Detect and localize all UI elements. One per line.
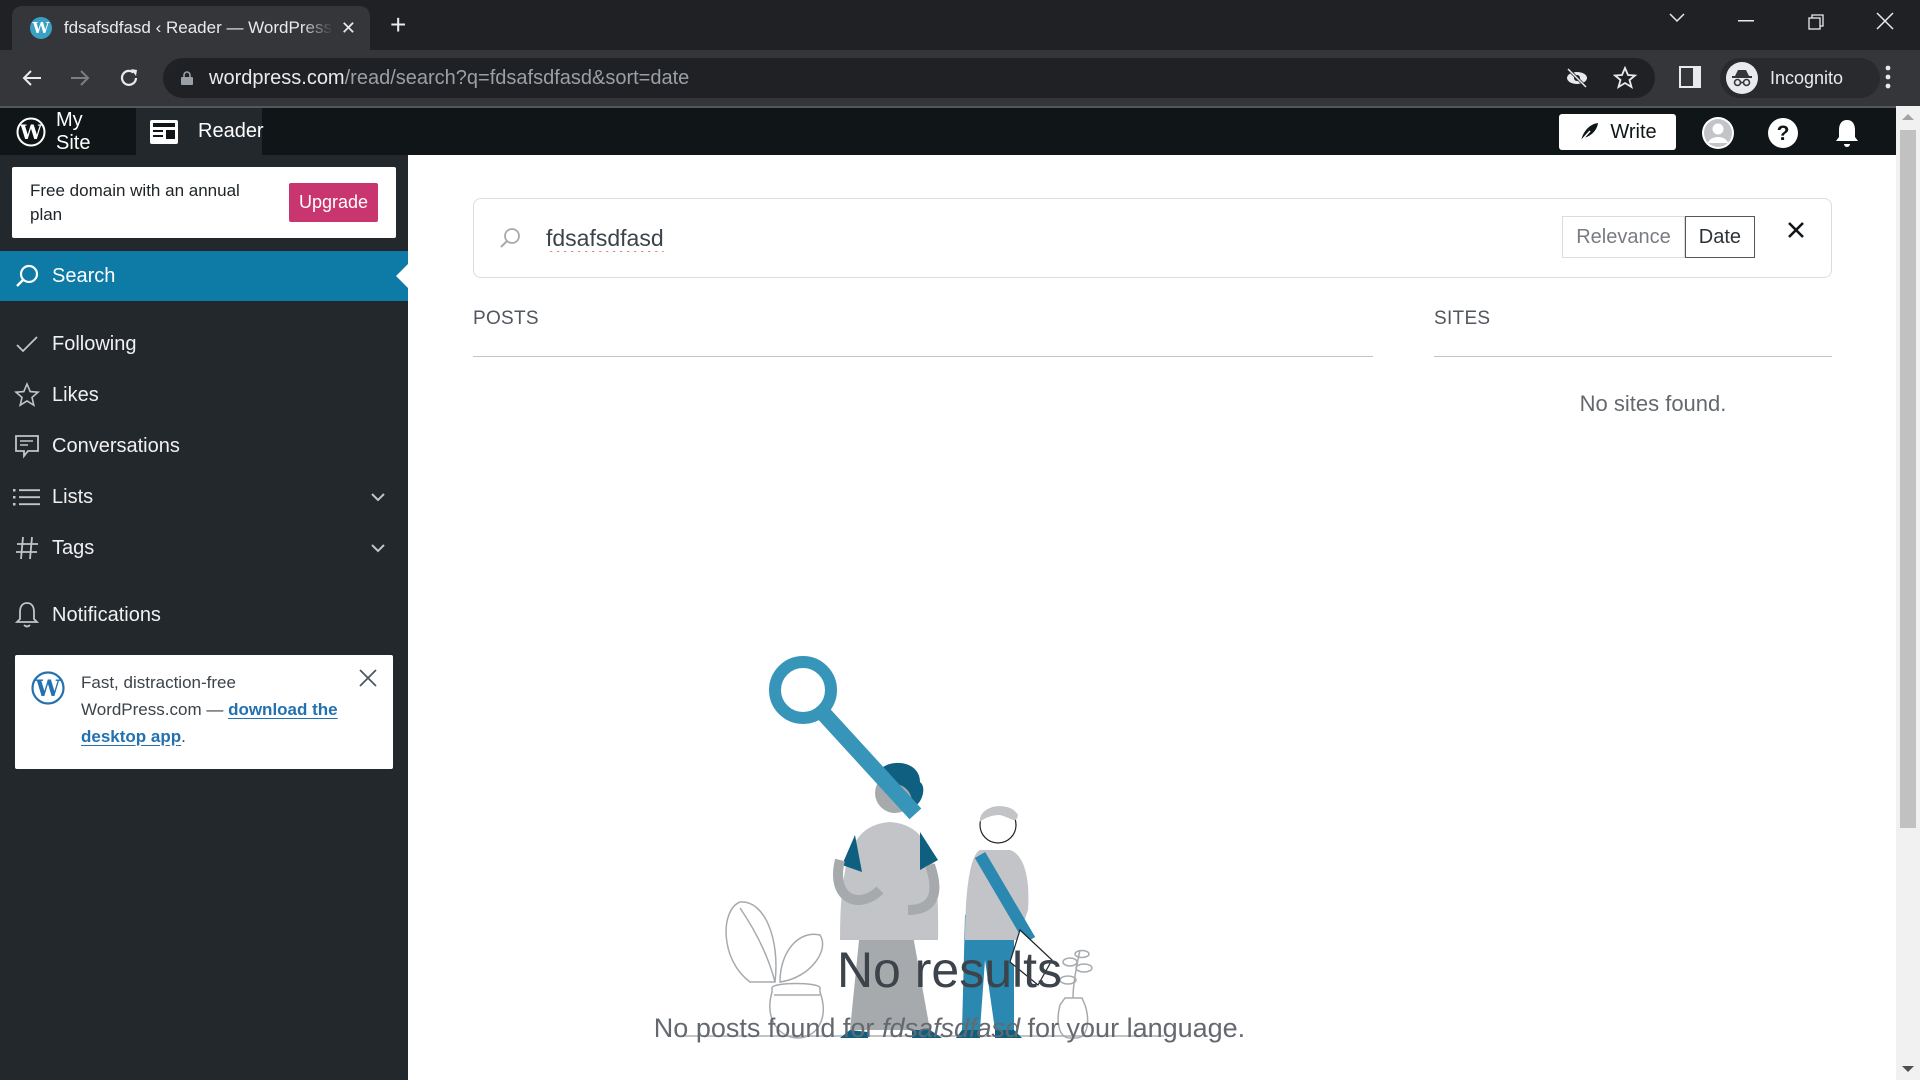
no-results-query: fdsafsdfasd <box>881 1013 1021 1043</box>
svg-text:?: ? <box>1777 122 1790 145</box>
no-results-suffix: for your language. <box>1020 1013 1246 1043</box>
no-sites-message: No sites found. <box>1579 391 1727 416</box>
sites-header: SITES <box>1434 308 1491 329</box>
wordpress-logo-icon: W <box>16 117 46 147</box>
reader-search-main: Relevance Date POSTS SITES No sites foun… <box>408 155 1896 1080</box>
bookmark-star-icon[interactable] <box>1613 66 1637 90</box>
my-site-button[interactable]: W My Site <box>0 108 136 155</box>
url-host: wordpress.com <box>209 66 345 89</box>
list-icon <box>12 482 42 512</box>
chevron-down-icon[interactable] <box>370 492 386 502</box>
sidebar-item-label: Lists <box>52 485 94 508</box>
sidebar-item-label: Tags <box>52 536 95 559</box>
restore-icon[interactable] <box>1808 14 1824 30</box>
reader-icon <box>150 119 178 144</box>
sidebar-item-label: Likes <box>52 383 99 406</box>
sort-date-button[interactable]: Date <box>1684 216 1755 258</box>
comment-icon <box>12 431 42 461</box>
notifications-bell-icon[interactable] <box>1830 116 1864 150</box>
sidebar-item-tags[interactable]: Tags <box>0 523 408 573</box>
browser-toolbar: wordpress.com/read/search?q=fdsafsdfasd&… <box>0 50 1920 106</box>
minimize-icon[interactable] <box>1738 20 1754 22</box>
upgrade-nudge: Free domain with an annual plan Upgrade <box>12 167 396 238</box>
chevron-down-icon[interactable] <box>370 543 386 553</box>
help-icon[interactable]: ? <box>1766 116 1800 150</box>
no-results-message: No posts found for fdsafsdfasd for your … <box>408 1013 1491 1044</box>
close-icon[interactable] <box>359 669 377 687</box>
sidebar-item-label: Notifications <box>52 603 161 626</box>
sidebar-item-conversations[interactable]: Conversations <box>0 421 408 471</box>
profile-incognito-button[interactable]: Incognito <box>1720 58 1880 98</box>
upgrade-nudge-text: Free domain with an annual plan <box>30 180 240 224</box>
sidebar-item-following[interactable]: Following <box>0 319 408 369</box>
back-button[interactable] <box>18 64 46 92</box>
posts-header: POSTS <box>473 308 539 329</box>
user-avatar[interactable] <box>1701 116 1735 150</box>
write-label: Write <box>1610 120 1657 143</box>
wordpress-logo-icon: W <box>31 671 65 705</box>
scroll-thumb[interactable] <box>1900 130 1916 828</box>
wordpress-favicon-icon: W <box>30 17 52 39</box>
lock-icon <box>181 71 193 85</box>
search-icon <box>498 226 522 250</box>
wp-masterbar: W My Site Reader Write ? <box>0 106 1920 155</box>
svg-text:W: W <box>19 120 43 144</box>
sidebar-item-label: Conversations <box>52 434 180 457</box>
sort-relevance-button[interactable]: Relevance <box>1562 216 1685 258</box>
no-results-prefix: No posts found for <box>653 1013 882 1043</box>
write-button[interactable]: Write <box>1559 114 1676 150</box>
new-tab-button[interactable]: + <box>390 10 406 40</box>
browser-tab[interactable]: W fdsafsdfasd ‹ Reader — WordPress.com ✕ <box>12 6 370 50</box>
sidebar-item-notifications[interactable]: Notifications <box>0 590 408 640</box>
star-icon <box>12 380 42 410</box>
page-scrollbar[interactable] <box>1896 106 1920 1080</box>
reload-button[interactable] <box>115 64 143 92</box>
forward-button[interactable] <box>66 64 94 92</box>
sidebar-item-search[interactable]: Search <box>0 251 408 301</box>
svg-text:W: W <box>35 676 61 702</box>
sidebar-item-likes[interactable]: Likes <box>0 370 408 420</box>
sidebar-item-label: Search <box>52 264 116 287</box>
reader-button[interactable]: Reader <box>136 108 264 155</box>
side-panel-icon[interactable] <box>1679 66 1701 88</box>
tracking-blocked-icon[interactable] <box>1565 67 1589 89</box>
tab-search-icon[interactable] <box>1668 12 1686 24</box>
profile-label: Incognito <box>1770 67 1844 88</box>
search-icon <box>12 261 42 291</box>
upgrade-button[interactable]: Upgrade <box>288 183 378 222</box>
sort-toggle: Relevance Date <box>1562 216 1755 258</box>
tab-title: fdsafsdfasd ‹ Reader — WordPress.com <box>63 18 333 37</box>
url-path: /read/search?q=fdsafsdfasd&sort=date <box>344 66 690 89</box>
desktop-app-promo: W Fast, distraction-free WordPress.com —… <box>15 655 393 769</box>
scroll-up-arrow-icon[interactable] <box>1902 114 1914 120</box>
no-results-title: No results <box>836 942 1063 998</box>
search-box: Relevance Date <box>473 198 1832 278</box>
my-site-label: My Site <box>56 108 91 154</box>
incognito-icon <box>1726 62 1758 94</box>
sidebar-item-lists[interactable]: Lists <box>0 472 408 522</box>
check-icon <box>12 329 42 359</box>
reader-label: Reader <box>198 120 264 142</box>
window-close-icon[interactable] <box>1876 12 1894 30</box>
address-bar[interactable]: wordpress.com/read/search?q=fdsafsdfasd&… <box>163 58 1655 98</box>
hash-icon <box>12 533 42 563</box>
promo-text: Fast, distraction-free WordPress.com — <box>81 673 236 719</box>
clear-search-icon[interactable] <box>1787 221 1805 239</box>
browser-tab-bar: W fdsafsdfasd ‹ Reader — WordPress.com ✕… <box>0 0 1920 50</box>
sidebar-item-label: Following <box>52 332 137 355</box>
reader-sidebar: Free domain with an annual plan Upgrade … <box>0 155 408 1080</box>
tab-close-icon[interactable]: ✕ <box>341 18 356 39</box>
search-input[interactable] <box>546 224 1146 252</box>
sites-divider <box>1434 356 1832 357</box>
scroll-down-arrow-icon[interactable] <box>1902 1066 1914 1072</box>
posts-divider <box>473 356 1373 357</box>
browser-menu-icon[interactable] <box>1885 64 1891 90</box>
bell-icon <box>12 600 42 630</box>
promo-text-end: . <box>181 727 186 746</box>
feather-icon <box>1578 121 1600 143</box>
